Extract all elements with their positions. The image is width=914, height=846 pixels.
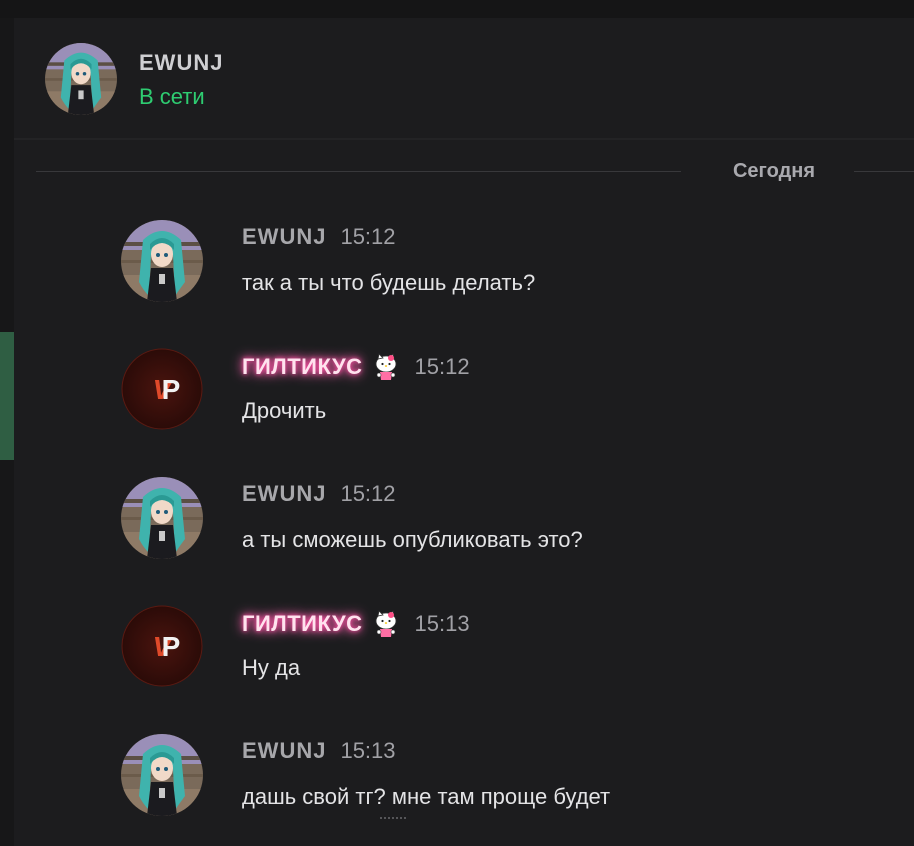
chat-header: EWUNJ В сети bbox=[14, 18, 914, 140]
message-time: 15:13 bbox=[340, 738, 396, 763]
divider-line-left bbox=[36, 171, 681, 172]
message-author[interactable]: ГИЛТИКУС bbox=[242, 354, 363, 379]
chat-panel: EWUNJ В сети Сегодня EWUNJ 15:12 так а ты… bbox=[14, 18, 914, 846]
vp-logo-avatar[interactable] bbox=[121, 348, 203, 430]
anime-avatar[interactable] bbox=[121, 734, 203, 816]
online-status: В сети bbox=[139, 84, 205, 109]
message-meta: EWUNJ 15:12 bbox=[242, 224, 396, 254]
scroll-indicator bbox=[380, 817, 406, 821]
active-conversation-indicator bbox=[0, 332, 14, 460]
message-text: так а ты что будешь делать? bbox=[242, 270, 536, 295]
message-item: EWUNJ 15:13 дашь свой тг? мне там проще б… bbox=[121, 734, 881, 816]
message-time: 15:12 bbox=[340, 481, 396, 506]
message-time: 15:12 bbox=[340, 224, 396, 249]
message-text: дашь свой тг? мне там проще будет bbox=[242, 784, 611, 809]
message-author[interactable]: EWUNJ bbox=[242, 738, 326, 763]
window-top-bar bbox=[0, 0, 914, 18]
message-time: 15:13 bbox=[414, 611, 470, 636]
message-time: 15:12 bbox=[414, 354, 470, 379]
message-text: Дрочить bbox=[242, 398, 327, 423]
date-divider: Сегодня bbox=[36, 160, 914, 184]
message-item: ГИЛТИКУС 15:12 Дрочить bbox=[121, 348, 881, 430]
chat-contact-name[interactable]: EWUNJ bbox=[139, 50, 223, 76]
message-meta: ГИЛТИКУС 15:13 bbox=[242, 609, 470, 639]
message-meta: ГИЛТИКУС 15:12 bbox=[242, 352, 470, 382]
message-author[interactable]: EWUNJ bbox=[242, 481, 326, 506]
message-author[interactable]: EWUNJ bbox=[242, 224, 326, 249]
server-sidebar bbox=[0, 18, 14, 846]
message-meta: EWUNJ 15:13 bbox=[242, 738, 396, 768]
date-divider-label: Сегодня bbox=[732, 160, 816, 182]
message-text: Ну да bbox=[242, 655, 301, 680]
vp-logo-avatar[interactable] bbox=[121, 605, 203, 687]
hello-kitty-icon bbox=[371, 609, 401, 639]
anime-avatar[interactable] bbox=[121, 477, 203, 559]
message-meta: EWUNJ 15:12 bbox=[242, 481, 396, 511]
message-text: а ты сможешь опубликовать это? bbox=[242, 527, 583, 552]
user-avatar[interactable] bbox=[45, 43, 117, 115]
message-item: EWUNJ 15:12 так а ты что будешь делать? bbox=[121, 220, 881, 302]
hello-kitty-icon bbox=[371, 352, 401, 382]
message-item: ГИЛТИКУС 15:13 Ну да bbox=[121, 605, 881, 687]
anime-avatar[interactable] bbox=[121, 220, 203, 302]
divider-line-right bbox=[854, 171, 914, 172]
message-author[interactable]: ГИЛТИКУС bbox=[242, 611, 363, 636]
message-item: EWUNJ 15:12 а ты сможешь опубликовать это… bbox=[121, 477, 881, 559]
